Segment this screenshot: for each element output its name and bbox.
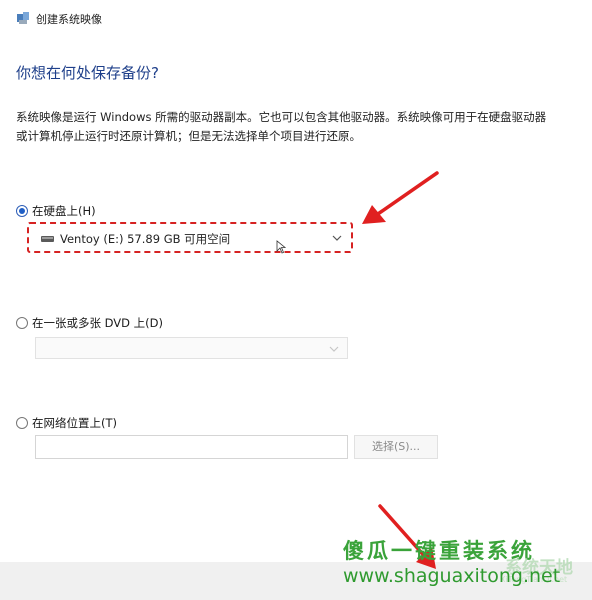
red-arrow-top: [362, 171, 439, 224]
annotation-arrows: [362, 171, 439, 569]
watermark-url: www.shaguaxitong.net: [343, 565, 561, 587]
